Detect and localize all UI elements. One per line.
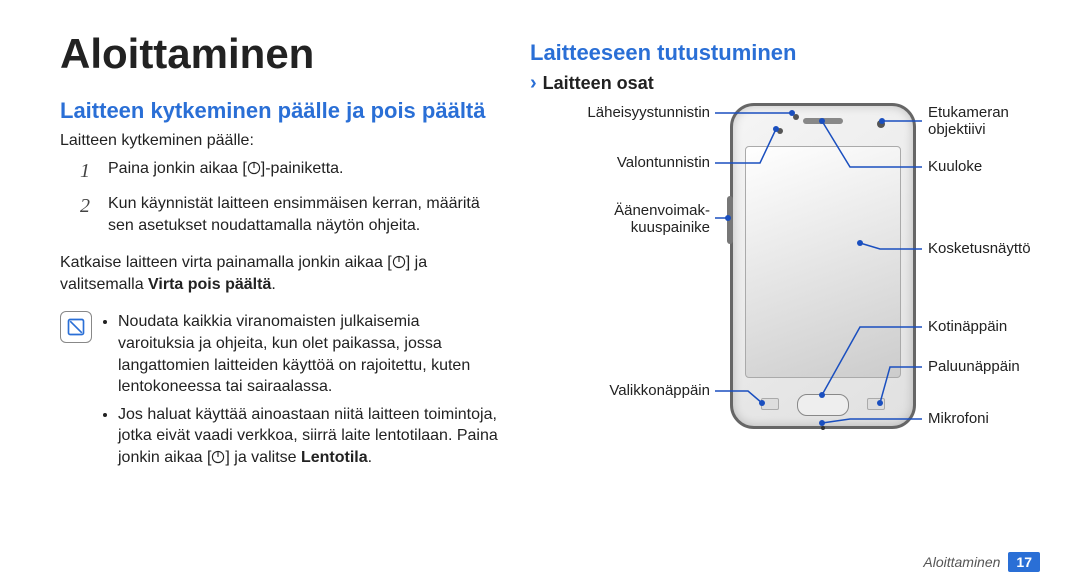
- page-title: Aloittaminen: [60, 30, 500, 78]
- home-key: [797, 394, 849, 416]
- device-diagram: Läheisyystunnistin Valontunnistin Äänenv…: [530, 103, 1030, 463]
- step-2: 2 Kun käynnistät laitteen ensimmäisen ke…: [80, 193, 500, 236]
- step-text: Kun käynnistät laitteen ensimmäisen kerr…: [108, 193, 500, 236]
- back-key: [867, 398, 885, 410]
- power-icon: [392, 255, 406, 269]
- page-footer: Aloittaminen 17: [923, 552, 1040, 572]
- footer-section: Aloittaminen: [923, 554, 1000, 570]
- page-number: 17: [1008, 552, 1040, 572]
- step-number: 2: [80, 193, 98, 220]
- lead-text: Laitteen kytkeminen päälle:: [60, 130, 500, 152]
- note-icon: [60, 311, 92, 343]
- label-mic: Mikrofoni: [928, 411, 989, 428]
- label-frontcam: Etukameran objektiivi: [928, 105, 1030, 138]
- power-icon: [247, 161, 261, 175]
- earpiece-slot: [803, 118, 843, 124]
- step-1: 1 Paina jonkin aikaa []-painiketta.: [80, 158, 500, 185]
- screen-area: [745, 146, 901, 378]
- volume-button: [727, 196, 733, 244]
- label-proximity: Läheisyystunnistin: [530, 105, 710, 122]
- step-text: Paina jonkin aikaa []-painiketta.: [108, 158, 343, 180]
- mic-hole: [821, 426, 825, 430]
- note-bullet-1: Noudata kaikkia viranomaisten julkaisemi…: [118, 311, 500, 397]
- proximity-sensor-dot: [793, 114, 799, 120]
- section-heading-device: Laitteeseen tutustuminen: [530, 40, 1030, 66]
- label-menu: Valikkonäppäin: [530, 383, 710, 400]
- subsection-heading-parts: Laitteen osat: [530, 72, 1030, 95]
- power-icon: [211, 450, 225, 464]
- label-volume: Äänenvoimak- kuuspainike: [530, 203, 710, 236]
- light-sensor-dot: [777, 128, 783, 134]
- phone-body: [730, 103, 916, 429]
- front-camera-dot: [877, 120, 885, 128]
- menu-key: [761, 398, 779, 410]
- label-light: Valontunnistin: [530, 155, 710, 172]
- label-earpiece: Kuuloke: [928, 159, 982, 176]
- label-back: Paluunäppäin: [928, 359, 1020, 376]
- step-number: 1: [80, 158, 98, 185]
- section-heading-power: Laitteen kytkeminen päälle ja pois päält…: [60, 98, 500, 124]
- shutdown-text: Katkaise laitteen virta painamalla jonki…: [60, 252, 500, 295]
- label-home: Kotinäppäin: [928, 319, 1007, 336]
- note-bullet-2: Jos haluat käyttää ainoastaan niitä lait…: [118, 404, 500, 469]
- label-touchscreen: Kosketusnäyttö: [928, 241, 1031, 258]
